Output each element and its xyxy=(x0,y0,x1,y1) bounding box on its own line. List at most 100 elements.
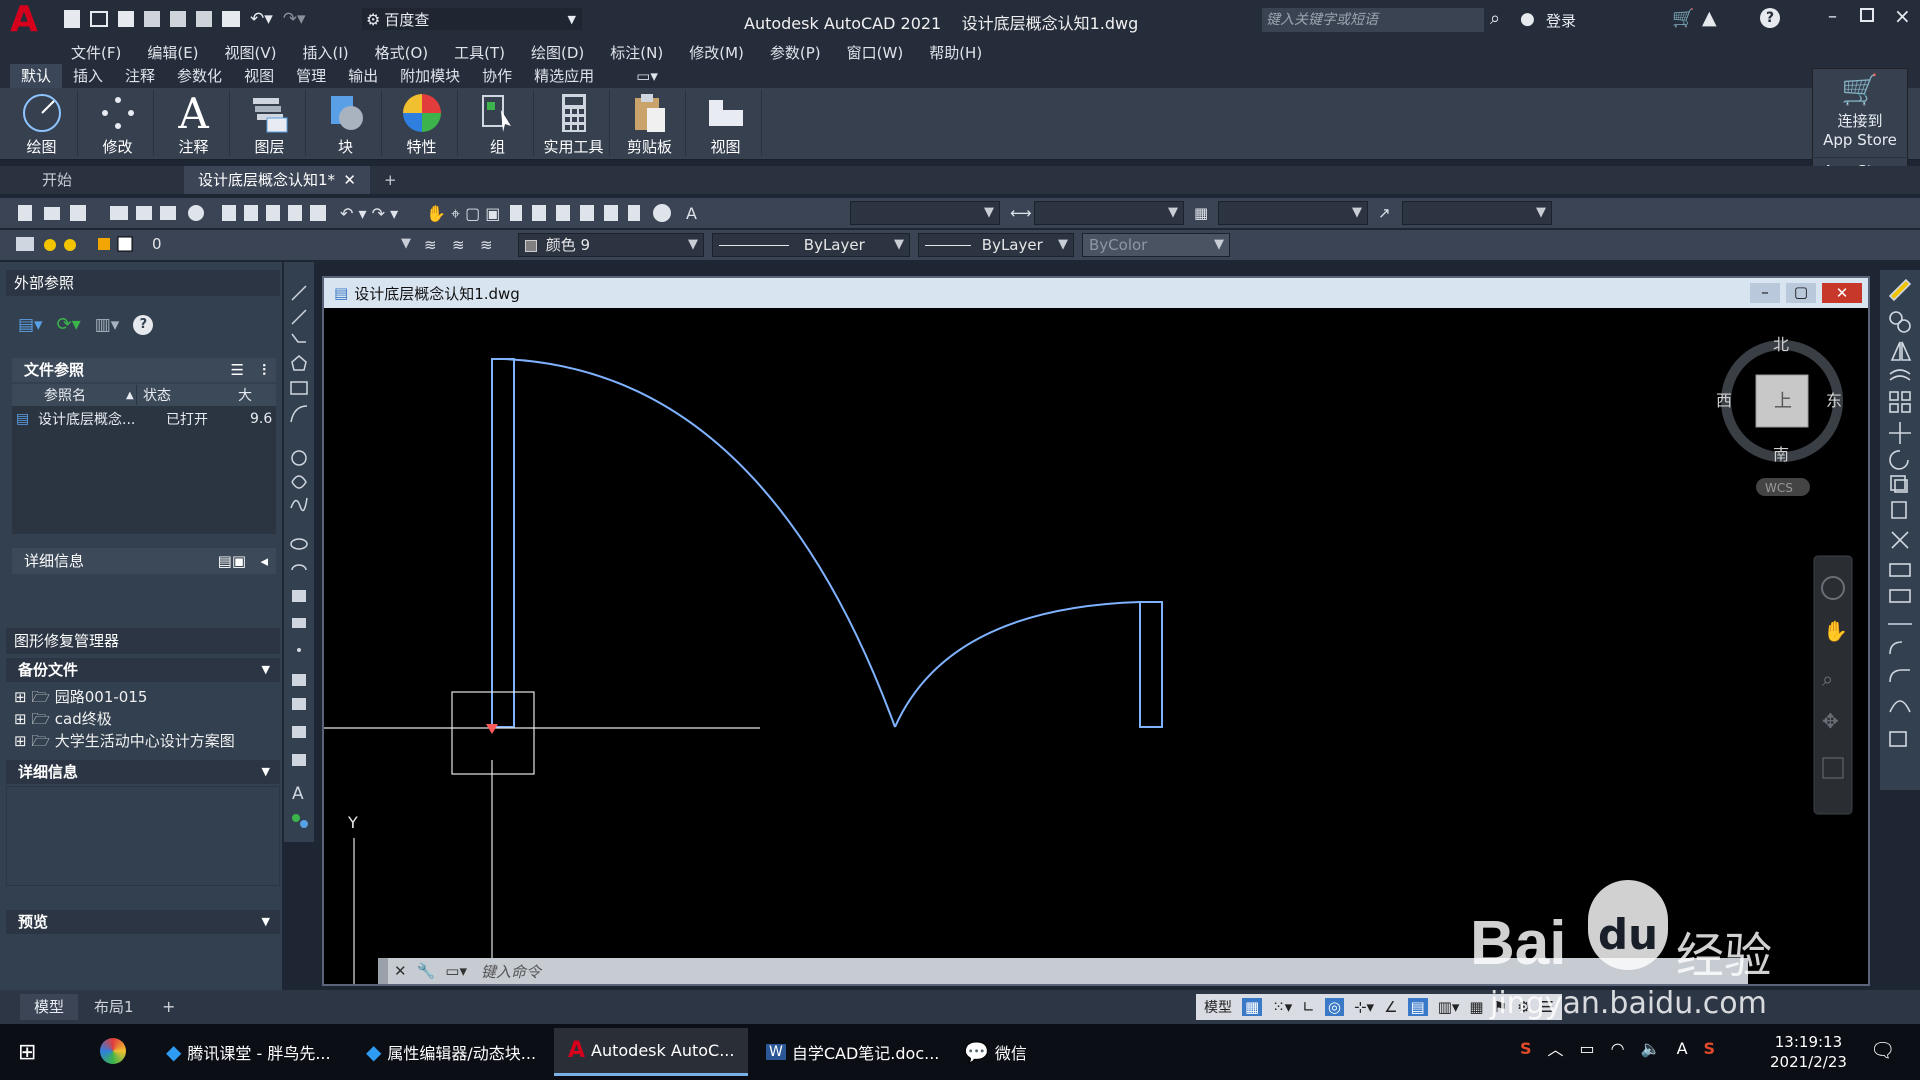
door-leaf-left[interactable] xyxy=(491,358,515,728)
grip-handle[interactable] xyxy=(378,958,388,984)
workspace-icon[interactable]: ⚙ xyxy=(1517,998,1530,1016)
show-hidden-icon[interactable]: ︿ xyxy=(1548,1036,1564,1060)
login-link[interactable]: 登录 xyxy=(1546,10,1576,31)
group-clipboard[interactable]: 剪贴板 xyxy=(614,90,686,156)
tab-collaborate[interactable]: 协作 xyxy=(471,64,523,88)
expand-icon[interactable]: ⊞ xyxy=(14,732,27,750)
tab-annotate[interactable]: 注释 xyxy=(114,64,166,88)
task-tencent-classroom[interactable]: ◆ 腾讯课堂 - 胖鸟先... xyxy=(152,1028,345,1076)
sogou-icon[interactable]: S xyxy=(1520,1039,1532,1058)
col-name[interactable]: 参照名 xyxy=(12,385,126,405)
group-draw[interactable]: 绘图 xyxy=(6,90,78,156)
refresh-icon[interactable]: ⟳▾ xyxy=(57,314,81,335)
open-icon[interactable] xyxy=(90,11,108,27)
backup-files-header[interactable]: 备份文件 ▼ xyxy=(6,658,280,682)
help-icon[interactable]: ? xyxy=(1760,8,1780,28)
layer-previous-icon[interactable]: ≋ xyxy=(452,236,470,254)
group-annotate[interactable]: A 注释 xyxy=(158,89,230,156)
menu-dimension[interactable]: 标注(N) xyxy=(597,42,676,63)
network-icon[interactable]: ◠ xyxy=(1611,1039,1625,1058)
isodraft-icon[interactable]: ⊹▾ xyxy=(1354,998,1374,1016)
wcs-menu[interactable]: WCS xyxy=(1765,481,1793,495)
grid-icon[interactable]: ▦ xyxy=(1242,998,1263,1016)
compass-east[interactable]: 东 xyxy=(1826,391,1842,410)
annotation-icon[interactable]: ⚑ xyxy=(1494,998,1507,1016)
dimension-style-icon[interactable]: ⟷ xyxy=(1010,204,1032,222)
group-block[interactable]: 块 xyxy=(310,90,382,156)
command-history-icon[interactable]: ▭▾ xyxy=(445,962,467,980)
table-style-icon[interactable]: ▦ xyxy=(1194,204,1212,222)
tab-default[interactable]: 默认 xyxy=(10,64,63,88)
customization-icon[interactable]: ☰ xyxy=(1541,998,1554,1016)
windows-start-icon[interactable]: ⊞ xyxy=(18,1040,36,1065)
recovery-details-header[interactable]: 详细信息 ▼ xyxy=(6,760,280,784)
recovery-panel-header[interactable]: 图形修复管理器 xyxy=(6,628,280,654)
close-command-icon[interactable]: ✕ xyxy=(394,962,407,980)
clock[interactable]: 13:19:13 2021/2/23 xyxy=(1770,1032,1847,1072)
notification-icon[interactable]: 🗨 xyxy=(1870,1038,1895,1062)
save-icon[interactable] xyxy=(118,11,134,27)
publish-icon[interactable] xyxy=(170,11,186,27)
close-tab-icon[interactable]: ✕ xyxy=(343,166,356,194)
group-modify[interactable]: 修改 xyxy=(82,90,154,156)
maximize-icon[interactable]: ▢ xyxy=(1786,283,1816,303)
autodesk-a360-icon[interactable]: ▲ xyxy=(1702,7,1717,29)
autocad-logo[interactable]: A xyxy=(10,2,46,38)
minimize-icon[interactable]: – xyxy=(1750,283,1780,303)
command-line[interactable]: ✕ 🔧 ▭▾ 键入命令 xyxy=(378,958,1748,984)
menu-draw[interactable]: 绘图(D) xyxy=(518,42,597,63)
close-icon[interactable]: × xyxy=(1894,4,1911,28)
new-icon[interactable] xyxy=(64,10,80,28)
change-path-icon[interactable]: ▥▾ xyxy=(95,315,120,335)
xref-details-header[interactable]: 详细信息 ▤▣ ◂ xyxy=(12,548,276,574)
ime-mode[interactable]: A xyxy=(1677,1039,1688,1058)
color-app-icon[interactable] xyxy=(100,1038,126,1064)
print-icon[interactable] xyxy=(222,11,240,27)
multileader-style-icon[interactable]: ↗ xyxy=(1378,204,1396,222)
menu-view[interactable]: 视图(V) xyxy=(212,42,290,63)
ortho-icon[interactable]: ∟ xyxy=(1302,998,1315,1016)
task-word-doc[interactable]: W 自学CAD笔记.doc... xyxy=(752,1028,953,1076)
col-size[interactable]: 大 xyxy=(224,385,252,405)
expand-icon[interactable]: ⊞ xyxy=(14,688,27,706)
menu-file[interactable]: 文件(F) xyxy=(58,42,134,63)
add-layout-button[interactable]: + xyxy=(152,994,185,1020)
tab-manage[interactable]: 管理 xyxy=(285,64,337,88)
make-current-layer-icon[interactable]: ≋ xyxy=(424,236,442,254)
multileader-style-combo[interactable]: ▼ xyxy=(1402,201,1552,225)
menu-insert[interactable]: 插入(I) xyxy=(290,42,362,63)
standard-toolbar-icons[interactable]: ↶ ▾ ↷ ▾ ✋ ⌖ ▢ ▣ A xyxy=(14,202,824,224)
tree-view-icon[interactable]: ⫶ xyxy=(262,358,266,382)
compass-west[interactable]: 西 xyxy=(1716,391,1732,410)
maximize-icon[interactable] xyxy=(1860,8,1874,22)
expand-icon[interactable]: ⊞ xyxy=(14,710,27,728)
table-row[interactable]: ▤ 设计底层概念... 已打开 9.6 xyxy=(12,408,276,430)
layer-combo[interactable]: 0 ▼ xyxy=(146,233,416,257)
viewcube[interactable]: 上 北 南 西 东 WCS xyxy=(1716,335,1843,496)
undo-icon[interactable]: ↶▾ xyxy=(250,9,273,29)
layer-state-icons[interactable] xyxy=(14,234,154,256)
menu-window[interactable]: 窗口(W) xyxy=(834,42,917,63)
compass-north[interactable]: 北 xyxy=(1773,335,1789,354)
ribbon-options-icon[interactable]: ▭▾ xyxy=(625,64,669,88)
customize-icon[interactable]: 🔧 xyxy=(417,962,436,980)
polar-icon[interactable]: ◎ xyxy=(1324,998,1344,1016)
menu-help[interactable]: 帮助(H) xyxy=(916,42,995,63)
model-space-canvas[interactable]: Y 上 北 南 西 东 WCS ✋ ⌕ ✥ ✕ 🔧 ▭▾ 键入命令 xyxy=(324,308,1868,984)
plot-icon[interactable] xyxy=(196,11,212,27)
tab-featured-apps[interactable]: 精选应用 xyxy=(523,64,605,88)
tab-start[interactable]: 开始 xyxy=(28,166,184,194)
tab-output[interactable]: 输出 xyxy=(337,64,389,88)
tab-addins[interactable]: 附加模块 xyxy=(389,64,471,88)
task-autocad[interactable]: A Autodesk AutoC... xyxy=(554,1028,749,1076)
door-leaf-right[interactable] xyxy=(1139,601,1163,728)
new-tab-button[interactable]: + xyxy=(370,166,411,194)
group-properties[interactable]: 特性 xyxy=(386,90,458,156)
workspace-selector[interactable]: ⚙ 百度查 ▼ xyxy=(362,8,582,30)
color-combo[interactable]: 颜色 9 ▼ xyxy=(518,233,704,257)
search-input[interactable]: 键入关键字或短语 xyxy=(1262,8,1484,32)
tab-insert[interactable]: 插入 xyxy=(62,64,114,88)
menu-tools[interactable]: 工具(T) xyxy=(441,42,518,63)
modify-toolbar-icons[interactable] xyxy=(1880,270,1920,790)
plotstyle-combo[interactable]: ByColor ▼ xyxy=(1082,233,1230,257)
